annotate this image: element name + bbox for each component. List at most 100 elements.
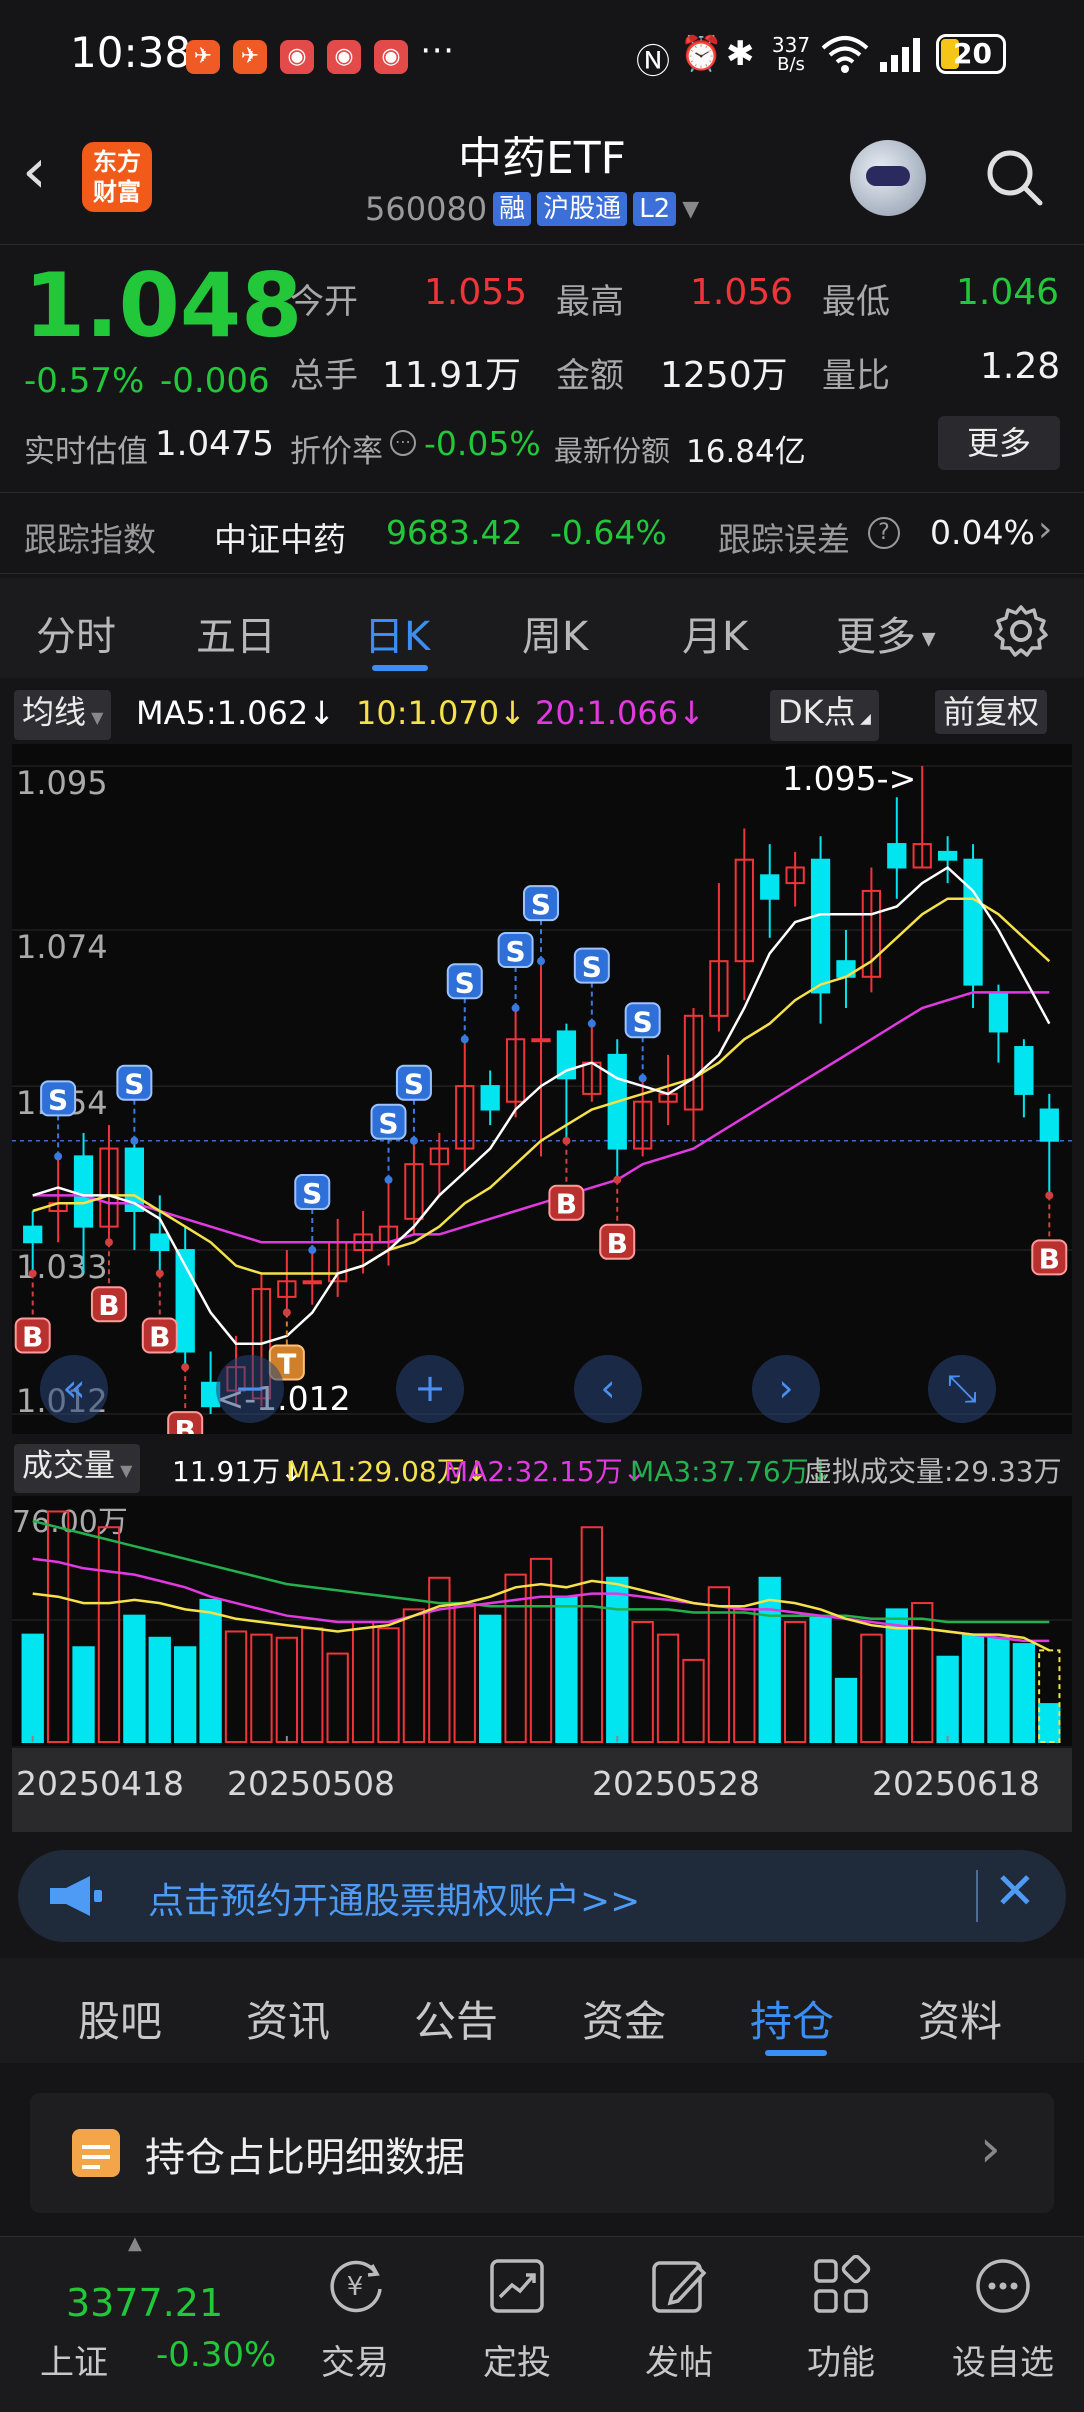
zoom-in-icon-glyph: +: [414, 1366, 446, 1410]
low-value: 1.046: [956, 272, 1060, 313]
tab-forum[interactable]: 股吧: [78, 1988, 162, 2049]
signal-label: B: [98, 1289, 119, 1322]
signal-dot: [155, 1269, 164, 1278]
signal-label: S: [633, 1005, 653, 1038]
tracking-error-label: 跟踪误差: [718, 520, 850, 559]
promo-banner[interactable]: 点击预约开通股票期权账户>> ✕: [18, 1850, 1066, 1942]
volume-bar: [148, 1636, 171, 1743]
date-label: 20250618: [872, 1764, 1040, 1803]
volume-bar: [555, 1595, 578, 1743]
signal-dot: [282, 1308, 291, 1317]
tab-daily-k[interactable]: 日K: [364, 604, 430, 662]
candle-body: [988, 991, 1009, 1033]
more-button[interactable]: 更多: [938, 416, 1060, 470]
banner-text[interactable]: 点击预约开通股票期权账户>>: [148, 1872, 640, 1924]
adjust-button[interactable]: 前复权: [935, 690, 1048, 734]
tab-holdings[interactable]: 持仓: [750, 1988, 834, 2049]
volume-legend: 成交量 ▼ 11.91万↓ MA1:29.08万↓ MA2:32.15万↓ MA…: [0, 1440, 1084, 1493]
open-label: 今开: [290, 282, 358, 322]
signal-dot: [54, 1152, 63, 1161]
tab-news[interactable]: 资讯: [246, 1988, 330, 2049]
nav-post-label: 发帖: [645, 2343, 713, 2383]
virtual-volume: 虚拟成交量:29.33万: [804, 1455, 1062, 1488]
more-notifications-icon: ⋯: [420, 30, 454, 70]
more-icon: [976, 2259, 1030, 2313]
signal-dot: [384, 1175, 393, 1184]
signal-label: B: [556, 1188, 577, 1221]
signal-label: B: [149, 1320, 170, 1353]
dk-point-button[interactable]: DK点 ◢: [770, 690, 879, 741]
indicator-selector[interactable]: 均线 ▼: [14, 690, 112, 740]
nav-post[interactable]: 发帖: [614, 2255, 744, 2384]
volume-bar: [479, 1614, 502, 1743]
help-icon[interactable]: ?: [868, 517, 900, 549]
tab-more[interactable]: 更多 ▼: [836, 604, 936, 662]
quote-panel: 1.048 -0.57% -0.006 今开 1.055 最高 1.056 最低…: [0, 246, 1084, 486]
assistant-robot-icon[interactable]: [850, 140, 926, 216]
tab-intraday[interactable]: 分时: [36, 604, 116, 662]
tab-profile[interactable]: 资料: [918, 1988, 1002, 2049]
volume-value: 11.91万↓: [172, 1455, 304, 1488]
nav-trade[interactable]: ¥ 交易: [290, 2255, 420, 2384]
tab-five-day[interactable]: 五日: [196, 604, 276, 662]
network-speed: 337 B/s: [771, 33, 811, 75]
signal-label: S: [531, 888, 551, 921]
nav-functions[interactable]: 功能: [776, 2254, 906, 2384]
volume-bar: [529, 1557, 553, 1744]
nav-add-watchlist[interactable]: 设自选: [938, 2255, 1068, 2384]
gear-icon[interactable]: [994, 604, 1048, 658]
margin-tag: 融: [493, 192, 532, 226]
candle-body: [1039, 1108, 1059, 1142]
search-icon[interactable]: [985, 148, 1043, 206]
market-index-widget[interactable]: ▲ 3377.21 上证 -0.30%: [0, 2233, 276, 2412]
holding-detail-card[interactable]: 持仓占比明细数据 ›: [30, 2093, 1054, 2213]
tracking-error-value: 0.04%: [930, 513, 1035, 552]
volume-chart[interactable]: 76.00万: [12, 1496, 1072, 1746]
volume-bar: [250, 1633, 273, 1743]
active-tab-indicator: [372, 665, 428, 671]
signal-label: S: [124, 1068, 144, 1101]
tab-monthly-k[interactable]: 月K: [682, 604, 748, 662]
period-tabs: 分时 五日 日K 周K 月K 更多 ▼: [0, 578, 1084, 678]
volume-bar: [606, 1576, 629, 1743]
candlestick-chart[interactable]: 1.0951.0741.0541.0331.012BSBSBBTSSSSSSBS…: [12, 744, 1072, 1434]
info-icon[interactable]: ⋯: [390, 430, 416, 456]
signal-label: S: [378, 1107, 398, 1140]
level2-tag: L2: [633, 192, 677, 226]
chevron-right-icon: ›: [980, 2119, 1001, 2179]
tracking-index-row[interactable]: 跟踪指数 中证中药 9683.42 -0.64% 跟踪误差 ? 0.04% ›: [0, 492, 1084, 574]
dropdown-triangle-icon[interactable]: ▼: [682, 197, 699, 222]
candle-body: [937, 850, 958, 861]
connect-tag: 沪股通: [537, 192, 628, 226]
volume-bar: [21, 1633, 44, 1743]
volume-bar: [224, 1630, 248, 1743]
candle-body: [480, 1085, 500, 1111]
signal-dot: [130, 1136, 139, 1145]
index-change: -0.30%: [156, 2335, 277, 2375]
candle-body: [23, 1225, 43, 1244]
volume-value: 11.91万: [382, 355, 522, 396]
volume-bar: [809, 1614, 832, 1743]
tab-funds[interactable]: 资金: [582, 1988, 666, 2049]
nav-invest-plan-label: 定投: [483, 2343, 551, 2383]
volume-indicator-selector[interactable]: 成交量 ▼: [14, 1444, 141, 1493]
nav-invest-plan[interactable]: 定投: [452, 2255, 582, 2384]
volume-bar: [834, 1677, 858, 1743]
holding-detail-title: 持仓占比明细数据: [145, 2135, 465, 2181]
volume-bar: [682, 1658, 705, 1743]
volume-bar: [275, 1636, 299, 1743]
tab-announcements[interactable]: 公告: [414, 1988, 498, 2049]
signal-label: S: [505, 935, 525, 968]
close-icon[interactable]: ✕: [994, 1862, 1036, 1920]
tab-weekly-k[interactable]: 周K: [522, 604, 588, 662]
date-label: 20250418: [16, 1764, 184, 1803]
volume-bar: [936, 1655, 959, 1744]
content-tabs: 股吧 资讯 公告 资金 持仓 资料: [0, 1958, 1084, 2063]
candle-body: [1014, 1046, 1034, 1095]
nav-functions-label: 功能: [807, 2343, 875, 2383]
discount-label: 折价率: [290, 434, 383, 470]
nav-add-watchlist-label: 设自选: [952, 2343, 1054, 2383]
volume-bar: [733, 1608, 756, 1743]
volume-bar: [911, 1602, 934, 1744]
volume-bar: [377, 1627, 400, 1744]
